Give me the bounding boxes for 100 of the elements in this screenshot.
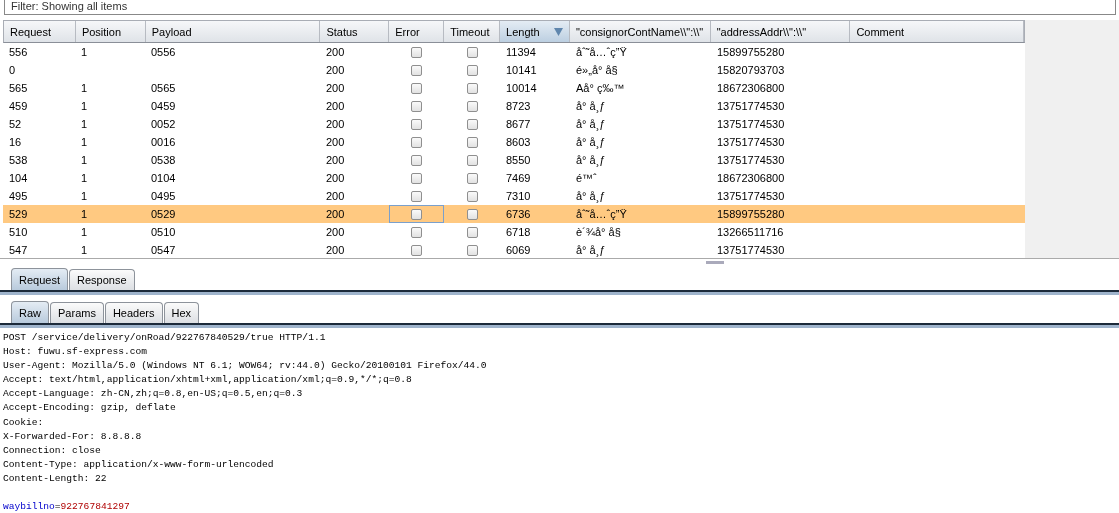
table-cell: å° å¸ƒ — [576, 100, 606, 112]
table-cell: 0565 — [151, 82, 176, 94]
table-row[interactable]: 565 1 0565 200 10014 Aå° ç‰™ 18672306800 — [3, 79, 1025, 97]
timeout-checkbox[interactable] — [466, 46, 478, 58]
column-header[interactable]: Comment — [850, 21, 1025, 42]
timeout-checkbox[interactable] — [466, 208, 478, 220]
table-cell: 459 — [9, 100, 28, 112]
table-cell: 200 — [326, 118, 345, 130]
table-cell: 1 — [81, 154, 88, 166]
table-cell: 1 — [81, 118, 88, 130]
tab[interactable]: Response — [69, 269, 135, 290]
table-cell: 8723 — [506, 100, 531, 112]
table-cell: 0016 — [151, 136, 176, 148]
error-checkbox[interactable] — [411, 154, 422, 166]
column-header[interactable]: Position — [75, 21, 146, 42]
error-checkbox[interactable] — [411, 172, 422, 184]
request-line: Accept: text/html,application/xhtml+xml,application/xml;q=0.9,*/*;q=0.8 — [3, 373, 413, 388]
table-row[interactable]: 459 1 0459 200 8723 å° å¸ƒ 13751774530 — [3, 97, 1025, 115]
table-cell: 1 — [81, 136, 88, 148]
timeout-checkbox[interactable] — [466, 244, 478, 256]
error-checkbox[interactable] — [411, 64, 422, 76]
param-value: 922767841297 — [60, 501, 130, 513]
error-checkbox[interactable] — [411, 100, 422, 112]
column-header[interactable]: Timeout — [444, 21, 501, 42]
error-checkbox[interactable] — [411, 82, 422, 94]
table-row[interactable]: 52 1 0052 200 8677 å° å¸ƒ 13751774530 — [3, 115, 1025, 133]
table-cell: 18672306800 — [717, 172, 785, 184]
column-header[interactable]: "addressAddr\\":\\" — [710, 21, 851, 42]
table-row[interactable]: 529 1 0529 200 6736 åˆ˜å…ˆç”Ÿ 15899755280 — [3, 205, 1025, 223]
table-row[interactable]: 16 1 0016 200 8603 å° å¸ƒ 13751774530 — [3, 133, 1025, 151]
table-cell: 7469 — [506, 172, 531, 184]
table-cell: 200 — [326, 244, 345, 256]
tab[interactable]: Hex — [163, 302, 200, 323]
table-cell: åˆ˜å…ˆç”Ÿ — [576, 208, 627, 220]
table-cell: 529 — [9, 208, 28, 220]
request-line: Accept-Encoding: gzip, deflate — [3, 401, 177, 416]
table-row[interactable]: 538 1 0538 200 8550 å° å¸ƒ 13751774530 — [3, 151, 1025, 169]
timeout-checkbox[interactable] — [466, 172, 478, 184]
request-line: Connection: close — [3, 443, 102, 458]
param-separator: = — [54, 501, 61, 513]
table-cell: 1 — [81, 100, 88, 112]
timeout-checkbox[interactable] — [466, 82, 478, 94]
column-header[interactable]: Length — [500, 21, 570, 42]
table-cell: 18672306800 — [717, 82, 785, 94]
column-header[interactable]: Request — [4, 21, 76, 42]
table-cell: 0529 — [151, 208, 176, 220]
tab[interactable]: Headers — [104, 302, 163, 323]
table-cell: 1 — [81, 82, 88, 94]
tab[interactable]: Params — [50, 302, 104, 323]
table-cell: 6718 — [506, 226, 531, 238]
table-row[interactable]: 556 1 0556 200 11394 åˆ˜å…ˆç”Ÿ 15899755280 — [3, 43, 1025, 61]
error-checkbox[interactable] — [411, 208, 422, 220]
table-cell: 538 — [9, 154, 28, 166]
table-cell: 200 — [326, 172, 345, 184]
table-row[interactable]: 547 1 0547 200 6069 å° å¸ƒ 13751774530 — [3, 241, 1025, 259]
table-cell: 200 — [326, 100, 345, 112]
table-cell: 510 — [9, 226, 28, 238]
table-cell: 0 — [9, 64, 16, 76]
table-row[interactable]: 104 1 0104 200 7469 é™ˆ 18672306800 — [3, 169, 1025, 187]
error-checkbox[interactable] — [411, 136, 422, 148]
column-header[interactable]: Status — [320, 21, 390, 42]
table-cell: 15899755280 — [717, 208, 785, 220]
timeout-checkbox[interactable] — [466, 136, 478, 148]
table-row[interactable]: 510 1 0510 200 6718 è´¾å° å§ 13266511716 — [3, 223, 1025, 241]
table-cell: 7310 — [506, 190, 531, 202]
timeout-checkbox[interactable] — [466, 190, 478, 202]
table-cell: 13751774530 — [717, 154, 785, 166]
table-cell: å° å¸ƒ — [576, 244, 606, 256]
table-cell: 200 — [326, 190, 345, 202]
timeout-checkbox[interactable] — [466, 154, 478, 166]
request-line: Cookie: — [3, 415, 45, 430]
table-cell: 52 — [9, 118, 22, 130]
column-header[interactable]: Payload — [145, 21, 321, 42]
table-cell: 1 — [81, 226, 88, 238]
table-row[interactable]: 495 1 0495 200 7310 å° å¸ƒ 13751774530 — [3, 187, 1025, 205]
request-line: Content-Length: 22 — [3, 471, 108, 486]
timeout-checkbox[interactable] — [466, 100, 478, 112]
column-header[interactable]: "consignorContName\\":\\" — [569, 21, 711, 42]
error-checkbox[interactable] — [411, 226, 422, 238]
error-checkbox[interactable] — [411, 244, 422, 256]
table-cell: å° å¸ƒ — [576, 190, 606, 202]
tab[interactable]: Request — [11, 268, 68, 290]
error-checkbox[interactable] — [411, 46, 422, 58]
sort-descending-icon — [553, 27, 563, 36]
timeout-checkbox[interactable] — [466, 118, 478, 130]
table-cell: 0104 — [151, 172, 176, 184]
table-row[interactable]: 0 200 10141 é»„å° å§ 15820793703 — [3, 61, 1025, 79]
table-cell: 0495 — [151, 190, 176, 202]
table-cell: 0459 — [151, 100, 176, 112]
timeout-checkbox[interactable] — [466, 64, 478, 76]
filter-bar[interactable]: Filter: Showing all items — [4, 0, 1116, 15]
error-checkbox[interactable] — [411, 118, 422, 130]
splitter-handle[interactable] — [705, 261, 724, 264]
table-cell: 13751774530 — [717, 136, 785, 148]
request-line: X-Forwarded-For: 8.8.8.8 — [3, 429, 143, 444]
column-header[interactable]: Error — [389, 21, 445, 42]
table-cell: 0510 — [151, 226, 176, 238]
timeout-checkbox[interactable] — [466, 226, 478, 238]
error-checkbox[interactable] — [411, 190, 422, 202]
tab[interactable]: Raw — [11, 301, 49, 323]
